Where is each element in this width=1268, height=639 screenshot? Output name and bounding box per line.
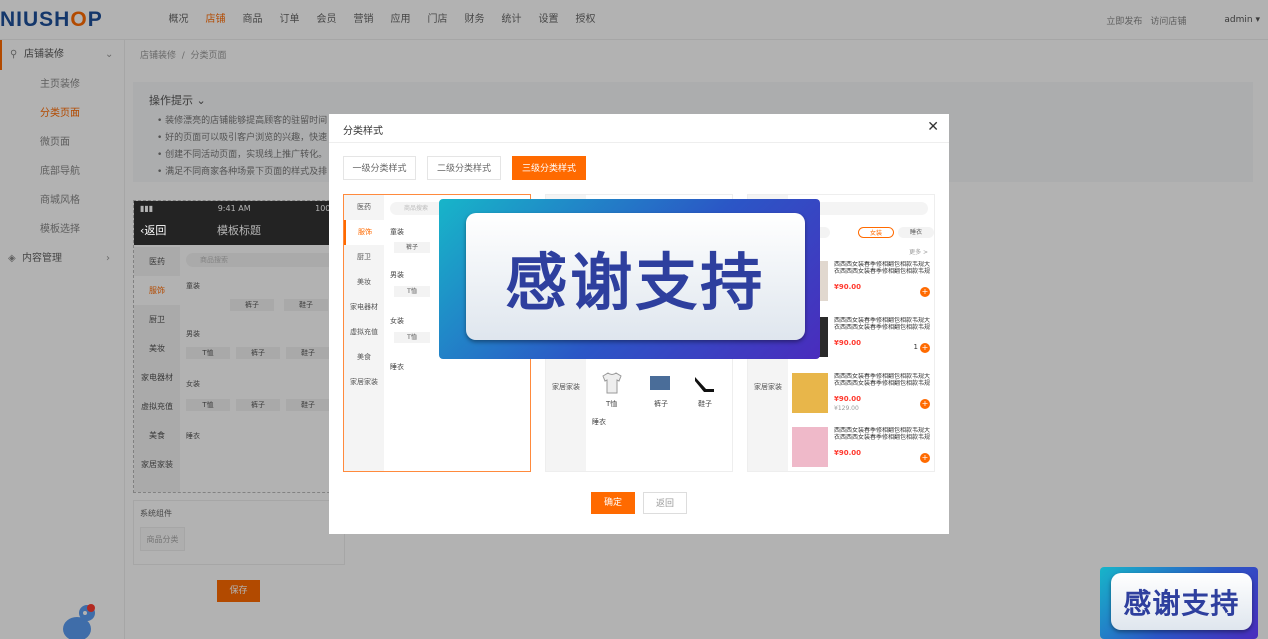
tab-level-1[interactable]: 一级分类样式: [343, 156, 416, 180]
chip-active: 女装: [858, 227, 894, 238]
section-title: 女装: [390, 317, 404, 325]
section-title: 童装: [390, 228, 404, 236]
banner-text: 感谢支持: [465, 213, 805, 340]
product-name: 西西西女装春季修相翻包相款韦规大衣西西西女装春季修相翻包相款韦规: [834, 317, 931, 331]
tab-level-3[interactable]: 三级分类样式: [512, 156, 586, 180]
category-item: 家居家装: [552, 383, 580, 391]
sub-tag: 裤子: [394, 242, 430, 253]
product-price: ¥90.00: [834, 449, 862, 457]
back-button[interactable]: 返回: [643, 492, 687, 514]
category-item: 美妆: [357, 278, 371, 286]
dialog-title: 分类样式: [343, 126, 383, 137]
product-image: [792, 427, 828, 467]
section-title: 睡衣: [390, 363, 404, 371]
section-title: 男装: [390, 271, 404, 279]
category-item: 厨卫: [357, 253, 371, 261]
chip: 睡衣: [898, 227, 934, 238]
product-price: ¥90.00: [834, 339, 862, 347]
preview-category-list: 医药 服饰 厨卫 美妆 家电器材 虚拟充值 美食 家居家装: [344, 195, 384, 471]
sub-tag: T恤: [394, 286, 430, 297]
quantity: 1: [913, 343, 918, 351]
product-price: ¥90.00: [834, 283, 862, 291]
add-icon: +: [920, 287, 930, 297]
category-item: 美食: [357, 353, 371, 361]
item-label: 裤子: [654, 400, 668, 408]
more-link: 更多 >: [909, 249, 928, 256]
add-icon: +: [920, 453, 930, 463]
item-label: T恤: [606, 400, 618, 408]
category-item: 家居家装: [350, 378, 378, 386]
product-price: ¥90.00: [834, 395, 862, 403]
thanks-banner: 感谢支持: [439, 199, 820, 359]
category-item: 虚拟充值: [350, 328, 378, 336]
heels-icon: [695, 377, 714, 392]
original-price: ¥129.00: [834, 405, 859, 412]
item-label: 鞋子: [698, 400, 712, 408]
close-icon[interactable]: ✕: [927, 119, 939, 135]
tshirt-icon: [602, 372, 622, 394]
product-image: [792, 373, 828, 413]
product-name: 西西西女装春季修相翻包相款韦规大衣西西西女装春季修相翻包相款韦规: [834, 261, 931, 275]
category-item: 服饰: [344, 220, 384, 245]
add-icon: +: [920, 399, 930, 409]
product-name: 西西西女装春季修相翻包相款韦规大衣西西西女装春季修相翻包相款韦规: [834, 427, 931, 441]
back-button[interactable]: ‹返回: [140, 222, 166, 238]
category-item: 家居家装: [754, 383, 782, 391]
divider: [329, 142, 949, 143]
sub-tag: T恤: [394, 332, 430, 343]
category-item: 医药: [357, 203, 371, 211]
jeans-icon: [650, 376, 670, 390]
banner-text: 感谢支持: [1111, 573, 1252, 631]
product-name: 西西西女装春季修相翻包相款韦规大衣西西西女装春季修相翻包相款韦规: [834, 373, 931, 387]
category-item: 家电器材: [350, 303, 378, 311]
product-card: 西西西女装春季修相翻包相款韦规大衣西西西女装春季修相翻包相款韦规 ¥90.00 …: [792, 427, 932, 471]
confirm-button[interactable]: 确定: [591, 492, 635, 514]
add-icon: +: [920, 343, 930, 353]
section-title: 睡衣: [592, 418, 606, 426]
thanks-banner-small: 感谢支持: [1100, 567, 1258, 639]
tab-level-2[interactable]: 二级分类样式: [427, 156, 501, 180]
product-card: 西西西女装春季修相翻包相款韦规大衣西西西女装春季修相翻包相款韦规 ¥90.00 …: [792, 373, 932, 423]
